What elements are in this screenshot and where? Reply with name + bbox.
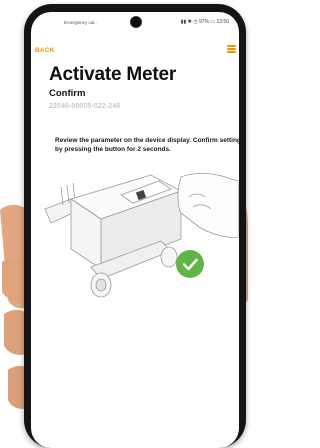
status-bar: Emergency cal.. ▮▮ ✱ ◷ 97% ▭ 13:50 [31, 12, 239, 32]
battery-icon: ▭ [210, 19, 216, 25]
menu-icon[interactable] [227, 45, 236, 53]
success-check-icon [176, 250, 204, 278]
battery-percent: 97% [198, 19, 209, 25]
signal-icon: ▮▮ ✱ ◷ [180, 19, 198, 25]
back-button[interactable]: BACK [35, 47, 55, 54]
phone-screen: Emergency cal.. ▮▮ ✱ ◷ 97% ▭ 13:50 BACK … [31, 12, 239, 448]
page-title: Activate Meter [49, 64, 177, 85]
status-right: ▮▮ ✱ ◷ 97% ▭ 13:50 [181, 19, 229, 25]
carrier-text: Emergency cal.. [64, 20, 97, 25]
instruction-text: Review the parameter on the device displ… [55, 137, 239, 153]
page-subtitle: Confirm [49, 88, 86, 99]
meter-device-illustration [44, 173, 239, 298]
meter-serial-number: 22040-00005-022-246 [49, 103, 121, 110]
clock: 13:50 [216, 19, 229, 25]
